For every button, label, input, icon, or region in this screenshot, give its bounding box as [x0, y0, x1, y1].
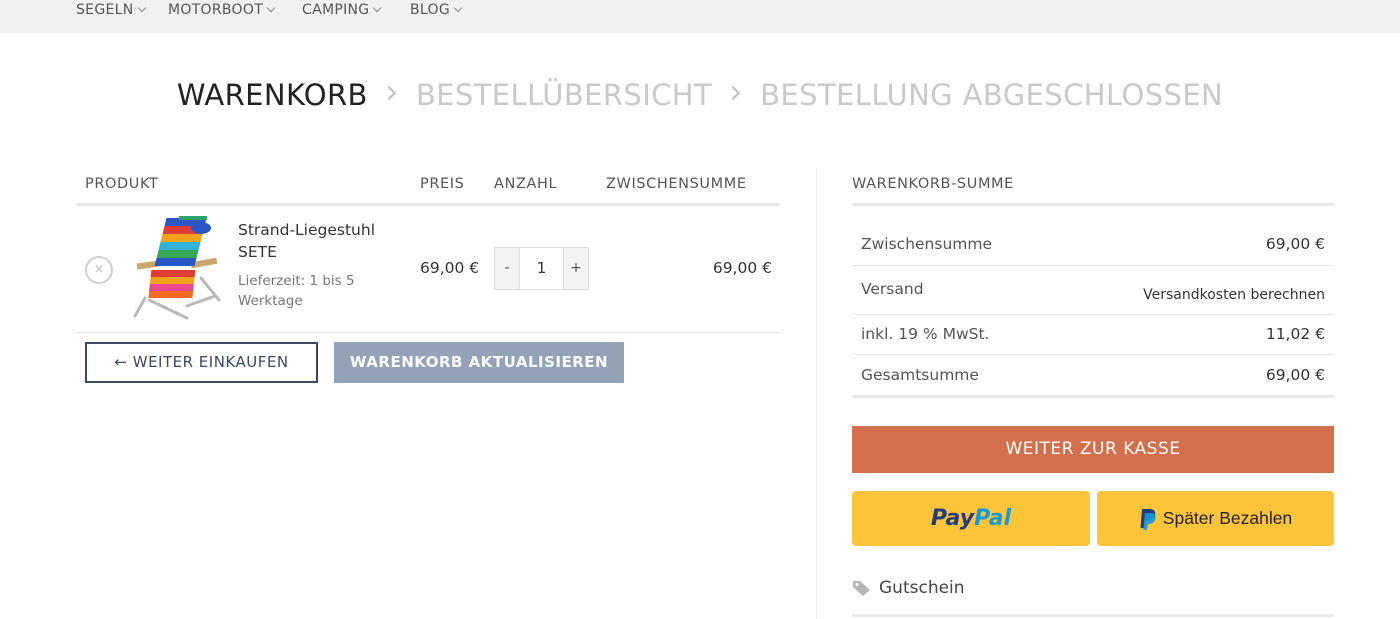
- table-header-divider: [76, 203, 780, 206]
- tax-value: 11,02 €: [1265, 325, 1325, 343]
- paypal-p-icon: [1140, 508, 1156, 530]
- step-complete: BESTELLUNG ABGESCHLOSSEN: [760, 78, 1224, 112]
- column-header-subtotal: ZWISCHENSUMME: [606, 176, 747, 192]
- paypal-logo-part: Pay: [930, 506, 975, 531]
- chevron-down-icon: [266, 3, 276, 13]
- nav-item-camping[interactable]: CAMPING: [302, 0, 382, 20]
- top-navigation: SEGELN MOTORBOOT CAMPING BLOG: [0, 0, 1400, 33]
- delivery-time: Lieferzeit: 1 bis 5 Werktage: [238, 273, 355, 309]
- remove-item-button[interactable]: ×: [85, 256, 113, 284]
- shipping-label: Versand: [861, 280, 924, 298]
- step-cart[interactable]: WARENKORB: [177, 78, 368, 112]
- proceed-to-checkout-button[interactable]: WEITER ZUR KASSE: [852, 426, 1334, 473]
- row-divider: [76, 332, 780, 333]
- quantity-decrease-button[interactable]: -: [495, 248, 519, 289]
- subtotal-value: 69,00 €: [1265, 235, 1325, 253]
- nav-item-segeln[interactable]: SEGELN: [76, 0, 146, 20]
- paypal-logo-part: Pal: [974, 506, 1012, 531]
- column-divider: [816, 168, 817, 619]
- paypal-pay-later-button[interactable]: Später Bezahlen: [1097, 491, 1334, 546]
- chevron-right-icon: [726, 85, 741, 101]
- quantity-input[interactable]: 1: [519, 248, 564, 289]
- coupon-divider: [852, 614, 1334, 617]
- pay-later-label: Später Bezahlen: [1162, 508, 1293, 528]
- quantity-stepper: - 1 +: [494, 247, 589, 290]
- paypal-button[interactable]: PayPal: [852, 491, 1090, 546]
- totals-row-divider: [852, 354, 1334, 355]
- totals-footer-divider: [852, 395, 1334, 398]
- coupon-label: Gutschein: [879, 578, 965, 598]
- total-value: 69,00 €: [1265, 366, 1325, 384]
- totals-row-divider: [852, 314, 1334, 315]
- chevron-down-icon: [137, 3, 146, 13]
- tag-icon: [853, 581, 870, 596]
- chevron-down-icon: [373, 3, 382, 13]
- product-name-link[interactable]: Strand-Liegestuhl SETE: [238, 219, 398, 263]
- item-price: 69,00 €: [420, 259, 480, 277]
- totals-header-divider: [852, 203, 1334, 206]
- totals-row-divider: [852, 265, 1334, 266]
- coupon-toggle[interactable]: Gutschein: [852, 578, 965, 598]
- nav-item-motorboot[interactable]: MOTORBOOT: [168, 0, 276, 20]
- column-header-product: PRODUKT: [85, 176, 159, 192]
- step-overview[interactable]: BESTELLÜBERSICHT: [416, 78, 712, 112]
- nav-item-blog[interactable]: BLOG: [410, 0, 463, 20]
- item-subtotal: 69,00 €: [712, 259, 772, 277]
- quantity-increase-button[interactable]: +: [564, 248, 588, 289]
- calculate-shipping-link[interactable]: Versandkosten berechnen: [960, 287, 1325, 303]
- update-cart-button[interactable]: WARENKORB AKTUALISIEREN: [334, 342, 624, 383]
- column-header-price: PREIS: [420, 176, 465, 192]
- product-thumbnail[interactable]: [127, 216, 223, 322]
- cart-totals-title: WARENKORB-SUMME: [852, 176, 1014, 192]
- chevron-down-icon: [453, 3, 463, 13]
- column-header-quantity: ANZAHL: [494, 176, 558, 192]
- chevron-right-icon: [381, 85, 396, 101]
- continue-shopping-button[interactable]: ← WEITER EINKAUFEN: [85, 342, 318, 383]
- checkout-steps: WARENKORB BESTELLÜBERSICHT BESTELLUNG ABGE…: [0, 76, 1400, 112]
- close-icon: ×: [93, 262, 105, 277]
